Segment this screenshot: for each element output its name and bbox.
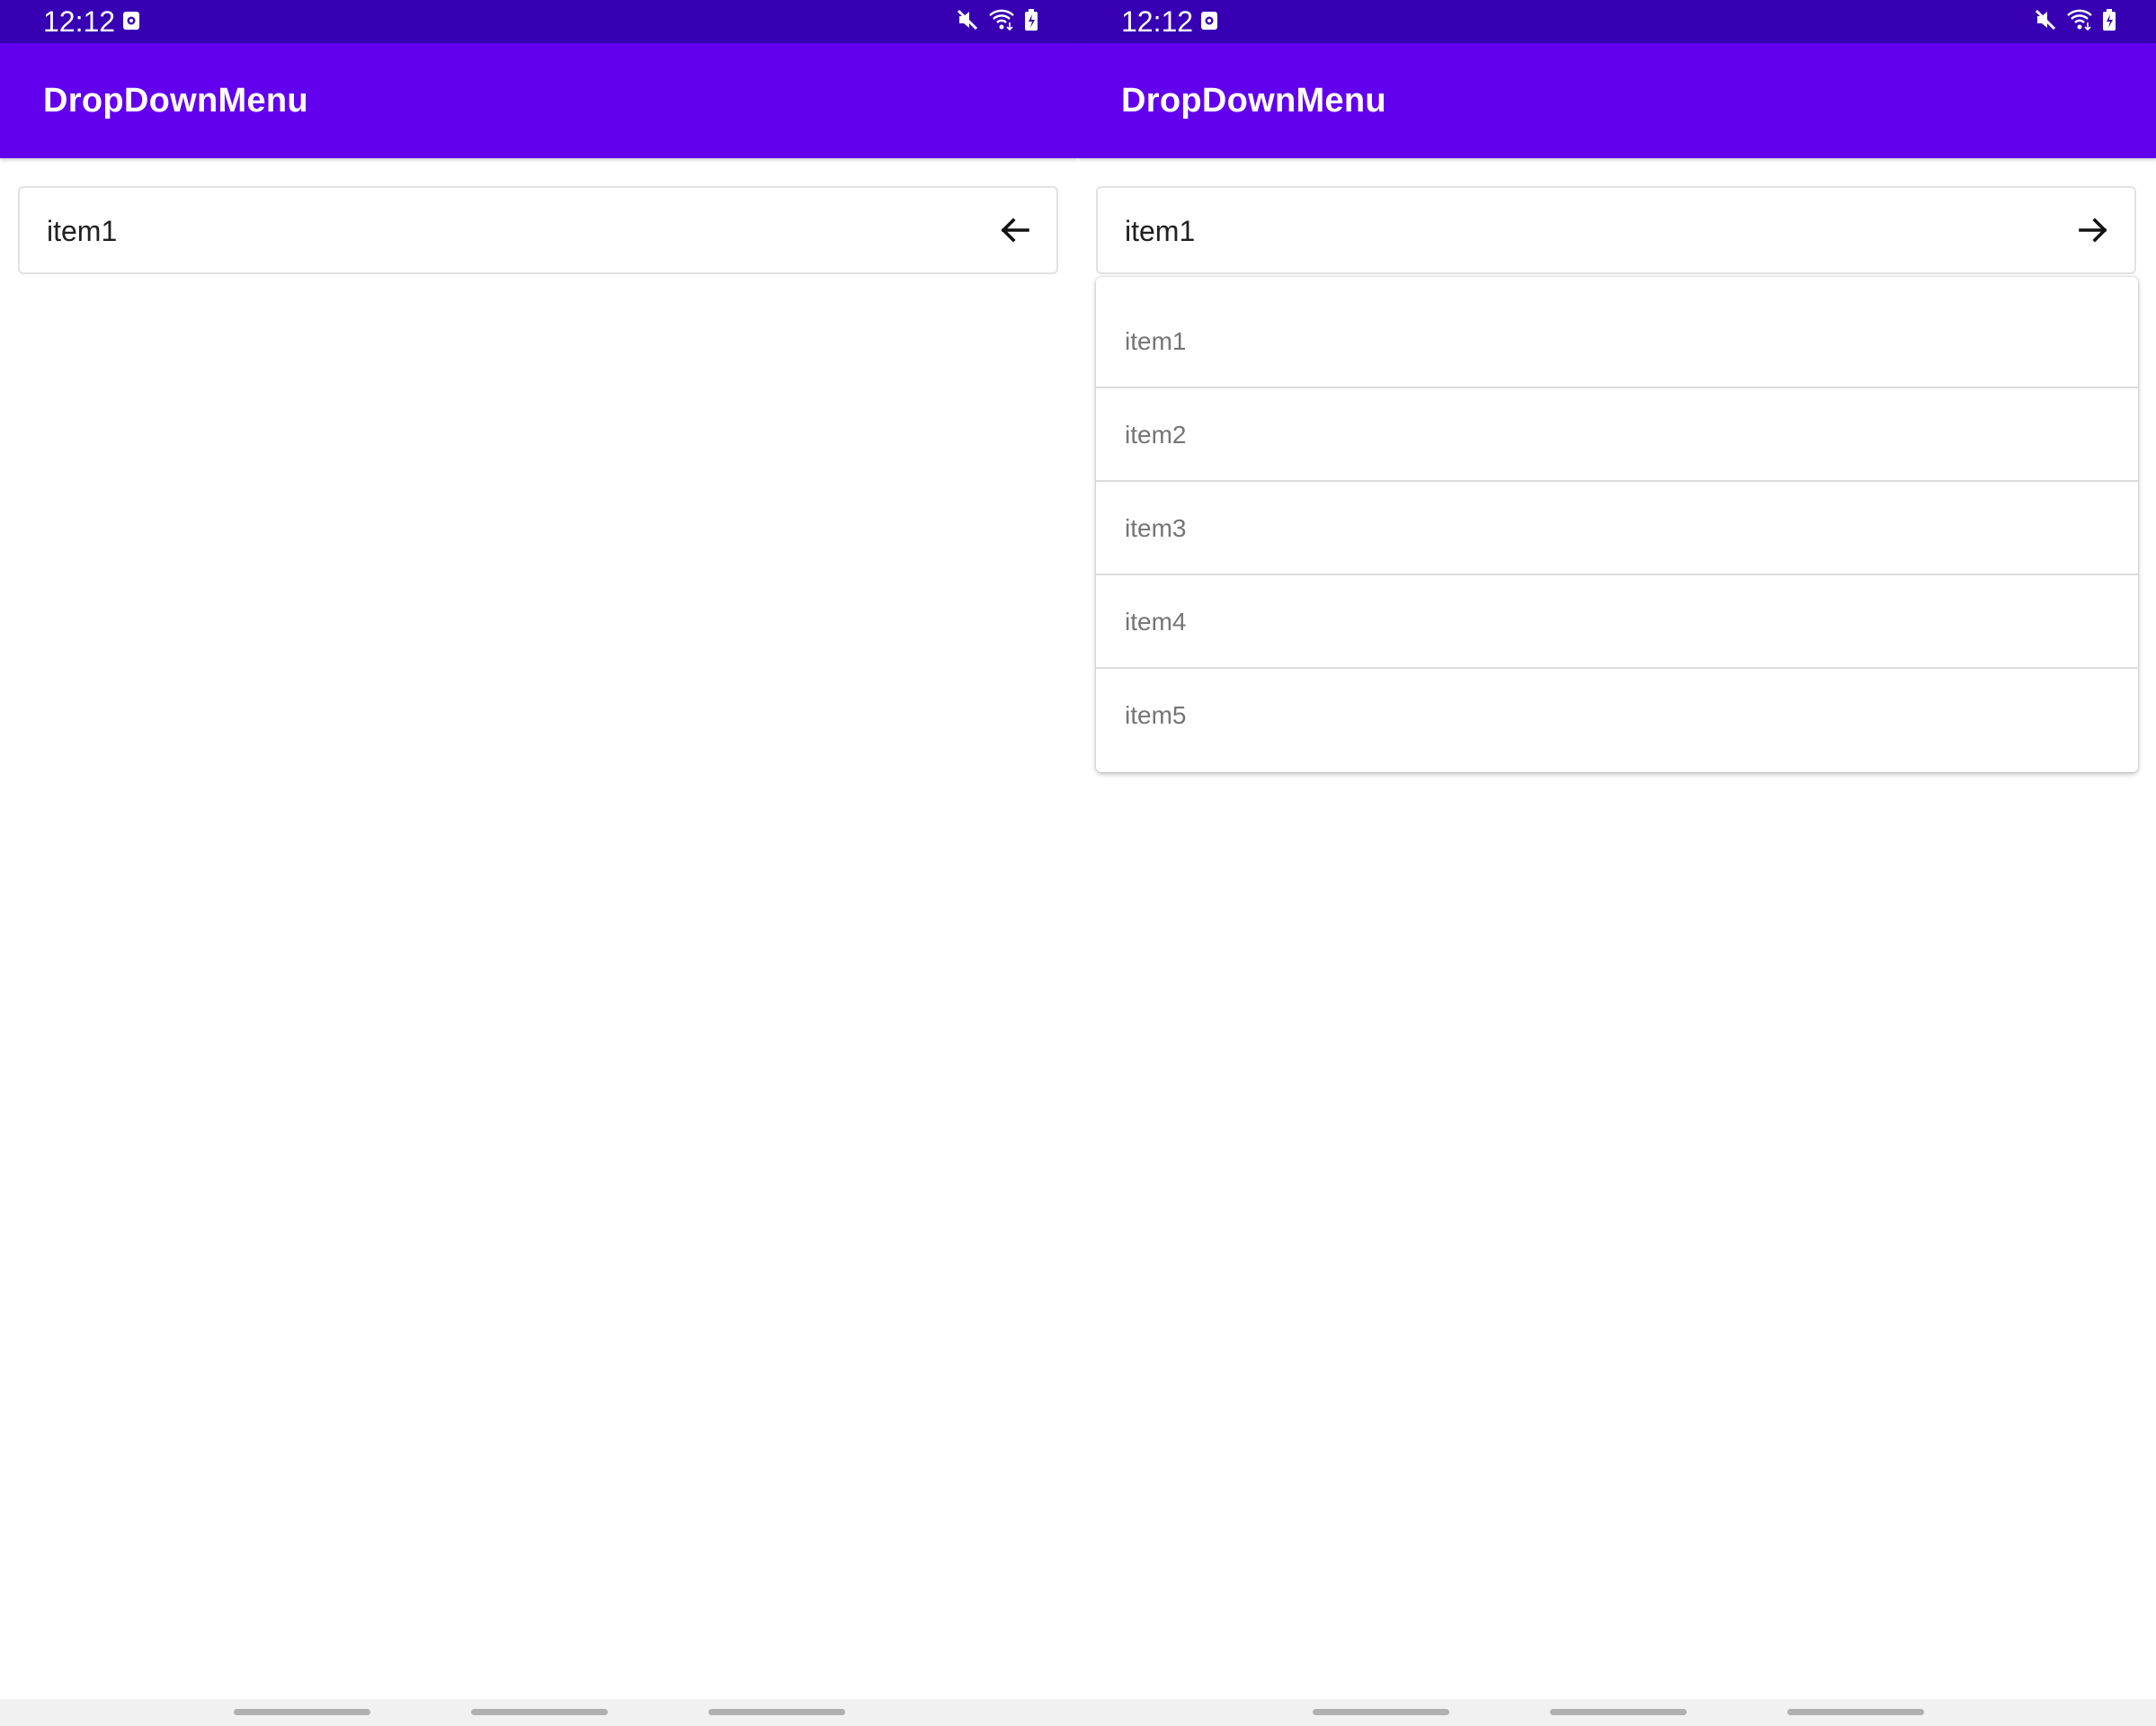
mute-icon — [956, 8, 979, 36]
wifi-icon — [988, 8, 1015, 36]
mute-icon — [2034, 8, 2057, 36]
nav-handle[interactable] — [471, 1709, 608, 1715]
notification-icon — [123, 12, 139, 30]
dropdown-selected-value: item1 — [1125, 215, 1196, 247]
navigation-bar — [0, 1699, 2156, 1726]
dropdown-field[interactable]: item1 — [1096, 186, 2136, 274]
menu-item-label: item2 — [1125, 421, 1187, 449]
wifi-icon — [2066, 8, 2093, 36]
app-title: DropDownMenu — [1121, 82, 1386, 120]
app-bar: DropDownMenu — [1078, 43, 2156, 158]
menu-item-item3[interactable]: item3 — [1096, 482, 2138, 575]
battery-charging-icon — [1024, 8, 1038, 36]
menu-item-label: item3 — [1125, 514, 1187, 542]
arrow-right-icon[interactable] — [2075, 212, 2111, 248]
nav-handle[interactable] — [234, 1709, 370, 1715]
right-screen: 12:12 DropDownMenu item1 item1 item2 ite… — [1078, 0, 2156, 1699]
dropdown-menu: item1 item2 item3 item4 item5 — [1096, 277, 2138, 772]
nav-handle[interactable] — [1550, 1709, 1687, 1715]
status-bar: 12:12 — [1078, 0, 2156, 43]
menu-item-label: item5 — [1125, 701, 1187, 729]
menu-item-label: item4 — [1125, 608, 1187, 636]
nav-handle[interactable] — [1787, 1709, 1924, 1715]
status-icons — [956, 8, 1038, 36]
status-bar: 12:12 — [0, 0, 1078, 43]
battery-charging-icon — [2102, 8, 2116, 36]
menu-item-item1[interactable]: item1 — [1096, 295, 2138, 388]
dual-screen: 12:12 DropDownMenu item1 12:12 DropDownM… — [0, 0, 2156, 1726]
left-screen: 12:12 DropDownMenu item1 — [0, 0, 1078, 1699]
menu-item-item4[interactable]: item4 — [1096, 575, 2138, 669]
status-icons — [2034, 8, 2116, 36]
app-bar: DropDownMenu — [0, 43, 1078, 158]
status-time: 12:12 — [43, 5, 116, 38]
arrow-left-icon[interactable] — [997, 212, 1033, 248]
nav-handle[interactable] — [1313, 1709, 1449, 1715]
menu-item-label: item1 — [1125, 327, 1187, 355]
status-time: 12:12 — [1121, 5, 1194, 38]
app-title: DropDownMenu — [43, 82, 308, 120]
dropdown-selected-value: item1 — [47, 215, 118, 247]
dropdown-field[interactable]: item1 — [18, 186, 1058, 274]
menu-item-item2[interactable]: item2 — [1096, 388, 2138, 482]
nav-handle[interactable] — [708, 1709, 845, 1715]
menu-item-item5[interactable]: item5 — [1096, 669, 2138, 762]
notification-icon — [1201, 12, 1217, 30]
